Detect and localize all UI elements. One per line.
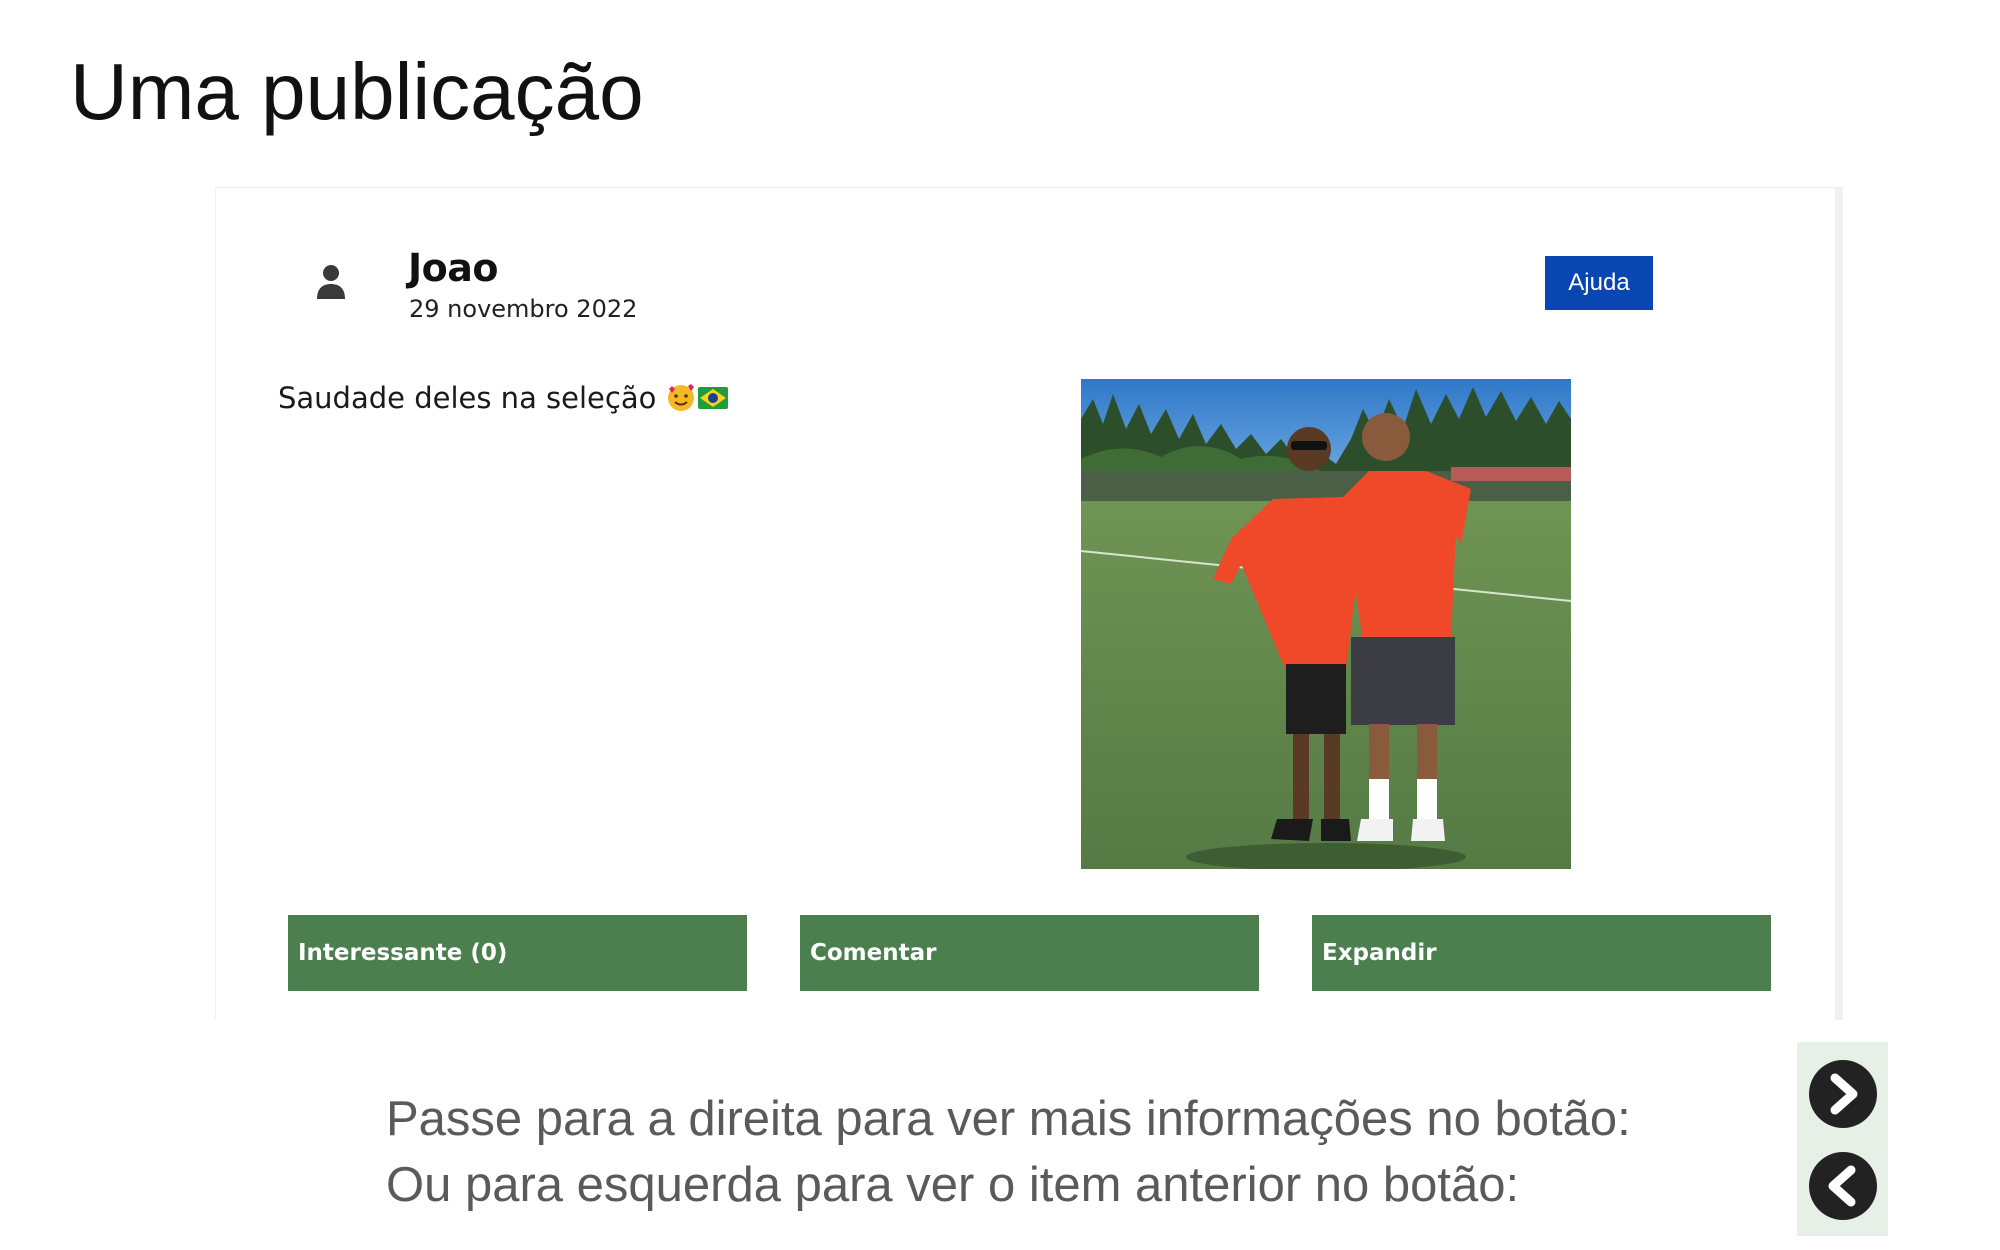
post-emojis	[666, 383, 729, 413]
post-text-row: Saudade deles na seleção	[278, 381, 729, 415]
post-photo[interactable]	[1081, 379, 1571, 869]
instruction-next: Passe para a direita para ver mais infor…	[386, 1092, 1631, 1146]
interesting-button[interactable]: Interessante (0)	[288, 915, 747, 991]
post-card: Joao 29 novembro 2022 Ajuda Saudade dele…	[215, 187, 1843, 1020]
brazil-flag-emoji-icon	[698, 387, 729, 409]
comment-button[interactable]: Comentar	[800, 915, 1259, 991]
help-button[interactable]: Ajuda	[1545, 256, 1653, 310]
smiling-face-with-hearts-emoji-icon	[668, 384, 695, 411]
post-date: 29 novembro 2022	[409, 295, 638, 323]
instructions: Passe para a direita para ver mais infor…	[386, 1086, 1631, 1218]
chevron-left-icon[interactable]	[1807, 1150, 1879, 1222]
instruction-previous: Ou para esquerda para ver o item anterio…	[386, 1158, 1520, 1212]
expand-button[interactable]: Expandir	[1312, 915, 1771, 991]
page-title: Uma publicação	[70, 47, 644, 136]
author-name[interactable]: Joao	[408, 246, 499, 290]
post-text: Saudade deles na seleção	[278, 381, 657, 415]
navigation-panel	[1797, 1042, 1888, 1236]
chevron-right-icon[interactable]	[1807, 1058, 1879, 1130]
user-avatar-icon[interactable]	[316, 264, 346, 300]
